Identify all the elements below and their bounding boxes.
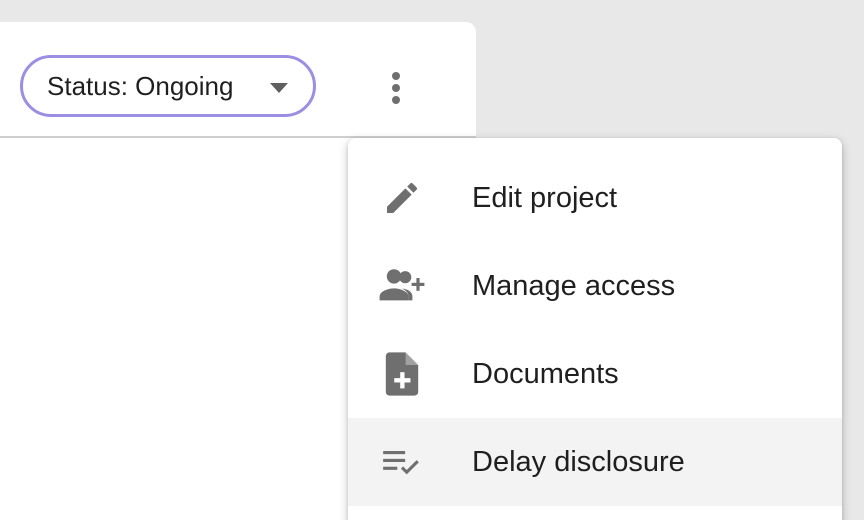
menu-item-label: Manage access: [472, 269, 676, 302]
more-options-button[interactable]: [376, 66, 416, 110]
status-dropdown[interactable]: Status: Ongoing: [20, 55, 316, 117]
menu-item-label: Delay disclosure: [472, 445, 685, 478]
caret-down-icon: [270, 83, 288, 93]
more-vert-icon-dot: [392, 96, 400, 104]
menu-item-label: Edit project: [472, 181, 618, 214]
project-options-menu: Edit project Manage access Documents Del…: [348, 138, 842, 520]
menu-item-documents[interactable]: Documents: [348, 330, 842, 418]
more-vert-icon: [392, 72, 400, 80]
pencil-icon: [378, 176, 426, 220]
person-add-icon: [378, 264, 426, 308]
menu-item-edit-project[interactable]: Edit project: [348, 154, 842, 242]
menu-item-label: Documents: [472, 357, 619, 390]
menu-item-delay-disclosure[interactable]: Delay disclosure: [348, 418, 842, 506]
playlist-check-icon: [378, 440, 426, 484]
document-add-icon: [378, 352, 426, 396]
project-header-card: Status: Ongoing: [0, 22, 476, 138]
menu-item-manage-access[interactable]: Manage access: [348, 242, 842, 330]
more-vert-icon-dot: [392, 84, 400, 92]
app-stage: Status: Ongoing Edit project Manage acce…: [0, 0, 864, 520]
status-label: Status: Ongoing: [47, 70, 234, 101]
